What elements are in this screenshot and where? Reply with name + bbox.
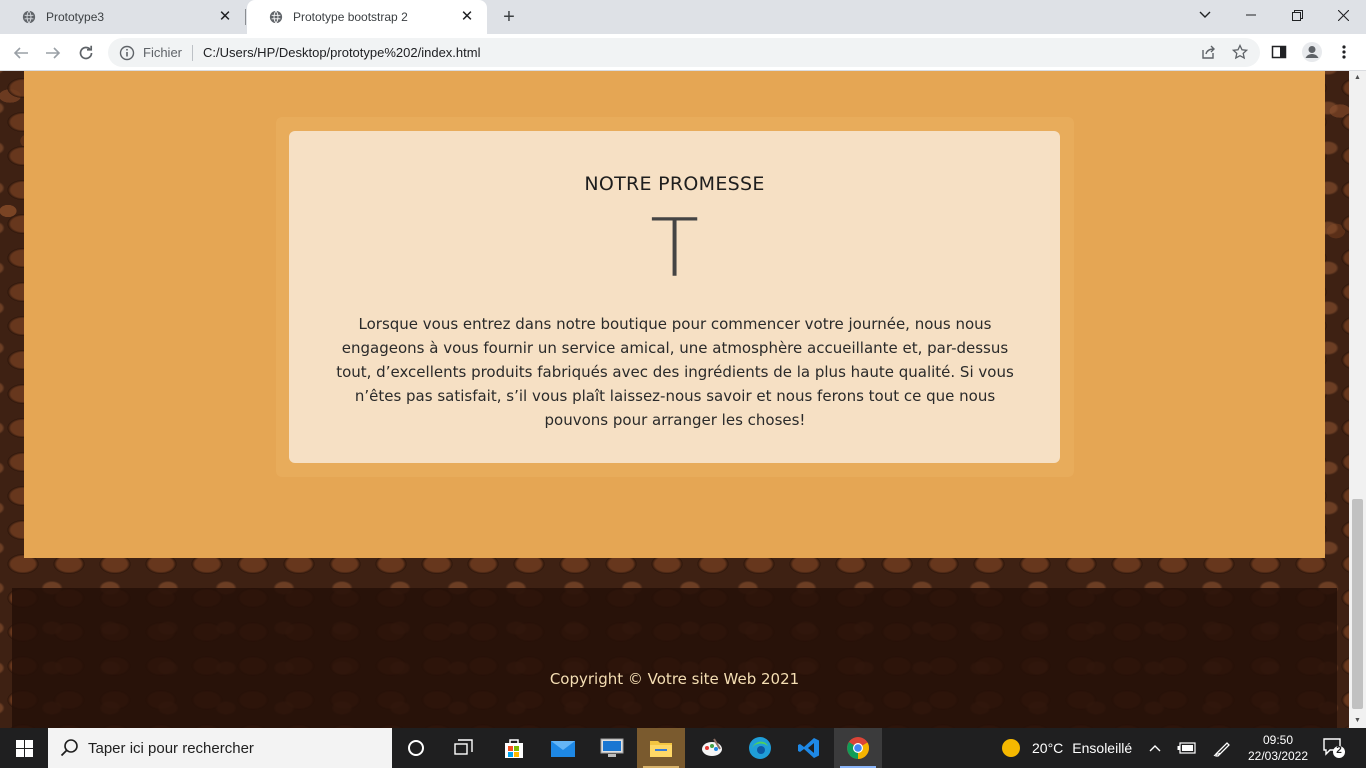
vscode-icon <box>798 738 819 758</box>
pen-icon <box>1213 742 1230 757</box>
clock-time: 09:50 <box>1262 733 1294 747</box>
tab-prototype3[interactable]: Prototype3 ✕ <box>0 0 245 34</box>
kebab-menu-icon <box>1342 45 1346 59</box>
file-explorer-button[interactable] <box>637 728 685 768</box>
show-hidden-icons-button[interactable] <box>1144 728 1166 768</box>
tab-divider <box>245 9 246 25</box>
tab-search-button[interactable] <box>1182 0 1228 30</box>
reload-icon <box>79 45 93 60</box>
vscode-button[interactable] <box>785 728 833 768</box>
new-tab-button[interactable]: + <box>498 6 520 28</box>
back-button[interactable] <box>8 40 34 66</box>
windows-taskbar: Taper ici pour rechercher 20°C Ensoleill… <box>0 728 1366 768</box>
address-bar[interactable]: Fichier C:/Users/HP/Desktop/prototype%20… <box>108 38 1260 67</box>
share-icon <box>1202 45 1215 59</box>
battery-icon <box>1177 742 1196 754</box>
restore-button[interactable] <box>1274 0 1320 30</box>
chevron-up-icon <box>1149 745 1161 752</box>
page-viewport: NOTRE PROMESSE T Lorsque vous entrez dan… <box>0 71 1349 728</box>
page-scrollbar[interactable]: ▲ ▼ <box>1349 71 1366 728</box>
chrome-icon <box>847 737 869 759</box>
store-icon <box>505 739 523 758</box>
remote-desktop-icon <box>600 738 624 757</box>
close-tab-icon[interactable]: ✕ <box>459 9 475 25</box>
edge-button[interactable] <box>736 728 784 768</box>
task-view-button[interactable] <box>440 728 488 768</box>
chevron-down-icon <box>1199 11 1211 18</box>
start-button[interactable] <box>0 728 48 768</box>
scrollbar-thumb[interactable] <box>1352 499 1363 709</box>
forward-button[interactable] <box>40 40 66 66</box>
promise-card: NOTRE PROMESSE T Lorsque vous entrez dan… <box>289 131 1060 463</box>
weather-widget[interactable]: 20°C Ensoleillé <box>1002 728 1132 768</box>
scheme-label: Fichier <box>143 45 183 60</box>
side-panel-icon <box>1271 45 1287 59</box>
action-center-button[interactable]: 2 <box>1322 736 1346 760</box>
address-divider <box>192 44 194 61</box>
avatar-icon <box>1302 42 1322 62</box>
browser-menu-button[interactable] <box>1332 40 1356 64</box>
notification-count: 2 <box>1336 745 1342 756</box>
url-text[interactable]: C:/Users/HP/Desktop/prototype%202/index.… <box>203 45 480 60</box>
close-window-button[interactable] <box>1320 0 1366 30</box>
paint-icon <box>702 738 722 756</box>
search-placeholder: Taper ici pour rechercher <box>88 739 254 757</box>
edge-icon <box>749 737 771 759</box>
taskbar-search-box[interactable]: Taper ici pour rechercher <box>48 728 392 768</box>
tab-prototype-bootstrap-2[interactable]: Prototype bootstrap 2 ✕ <box>247 0 487 34</box>
browser-toolbar: Fichier C:/Users/HP/Desktop/prototype%20… <box>0 34 1366 71</box>
scroll-down-arrow-icon[interactable]: ▼ <box>1349 714 1366 728</box>
minimize-icon <box>1246 14 1256 16</box>
windows-logo-icon <box>15 739 33 757</box>
pen-workspace-button[interactable] <box>1210 728 1234 768</box>
mail-icon <box>551 741 575 757</box>
promise-big-letter: T <box>650 202 699 295</box>
paint-button[interactable] <box>688 728 736 768</box>
store-button[interactable] <box>490 728 538 768</box>
mail-button[interactable] <box>539 728 587 768</box>
promise-text: Lorsque vous entrez dans notre boutique … <box>336 315 1014 429</box>
minimize-button[interactable] <box>1228 0 1274 30</box>
share-button[interactable] <box>1196 40 1220 64</box>
cortana-icon <box>408 740 424 756</box>
close-icon <box>1337 9 1349 21</box>
search-icon <box>60 739 78 757</box>
battery-button[interactable] <box>1174 728 1200 768</box>
globe-icon <box>269 10 283 24</box>
browser-tab-strip: Prototype3 ✕ Prototype bootstrap 2 ✕ + <box>0 0 1366 34</box>
remote-desktop-button[interactable] <box>588 728 636 768</box>
close-tab-icon[interactable]: ✕ <box>217 9 233 25</box>
scroll-up-arrow-icon[interactable]: ▲ <box>1349 71 1366 85</box>
chrome-button[interactable] <box>834 728 882 768</box>
taskbar-clock[interactable]: 09:50 22/03/2022 <box>1246 732 1310 764</box>
file-explorer-icon <box>650 741 672 757</box>
cortana-button[interactable] <box>392 728 440 768</box>
info-icon[interactable] <box>119 45 135 61</box>
site-footer: Copyright © Votre site Web 2021 <box>12 588 1337 728</box>
arrow-right-icon <box>46 47 61 59</box>
arrow-left-icon <box>13 47 28 59</box>
sun-icon <box>1002 739 1020 757</box>
promise-section: NOTRE PROMESSE T Lorsque vous entrez dan… <box>24 71 1325 558</box>
task-view-icon <box>454 739 473 755</box>
tab-title: Prototype3 <box>46 10 105 24</box>
reload-button[interactable] <box>73 40 99 66</box>
copyright-text: Copyright © Votre site Web 2021 <box>549 670 800 688</box>
restore-icon <box>1291 9 1303 21</box>
clock-date: 22/03/2022 <box>1247 749 1309 763</box>
star-icon <box>1232 44 1248 60</box>
promise-heading: NOTRE PROMESSE <box>584 173 765 195</box>
bookmark-button[interactable] <box>1228 40 1252 64</box>
weather-temp: 20°C <box>1032 740 1064 756</box>
weather-condition: Ensoleillé <box>1072 740 1133 756</box>
tab-title: Prototype bootstrap 2 <box>293 10 408 24</box>
side-panel-button[interactable] <box>1267 40 1291 64</box>
globe-icon <box>22 10 36 24</box>
profile-button[interactable] <box>1300 40 1324 64</box>
